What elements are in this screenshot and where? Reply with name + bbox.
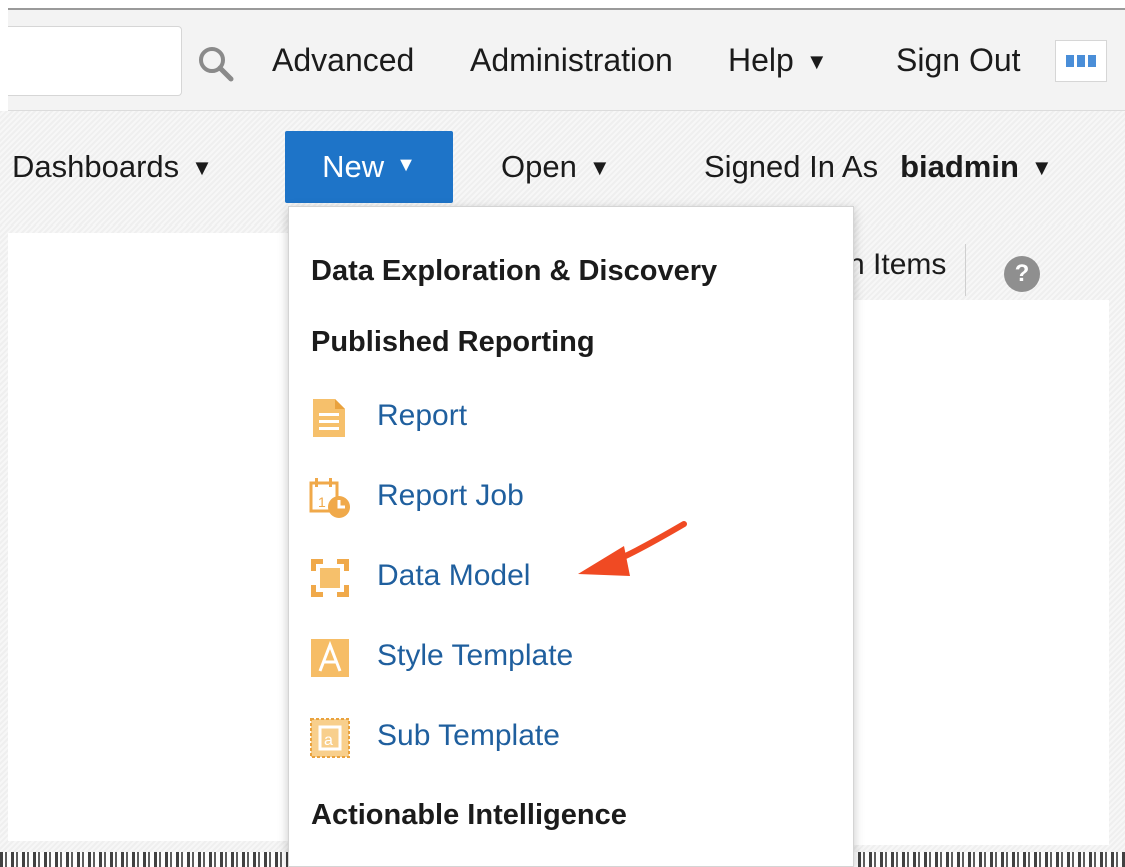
- chevron-down-icon: ▼: [588, 155, 611, 180]
- menu-item-label: Report Job: [377, 479, 524, 512]
- help-label: Help: [728, 42, 794, 78]
- menu-item-label: Report: [377, 399, 468, 432]
- open-menu[interactable]: Open ▼: [501, 149, 611, 185]
- data-model-icon: [311, 559, 349, 597]
- menu-item-label: Sub Template: [377, 719, 560, 752]
- dashboards-menu[interactable]: Dashboards ▼: [12, 149, 213, 185]
- annotation-arrow-icon: [578, 521, 687, 576]
- menu-heading-actionable-intelligence[interactable]: Actionable Intelligence: [311, 799, 627, 832]
- apps-icon[interactable]: [1055, 40, 1107, 82]
- chevron-down-icon: ▼: [1030, 155, 1053, 180]
- tab-divider: [965, 244, 966, 296]
- help-menu[interactable]: Help ▼: [728, 42, 828, 79]
- menu-heading-published-reporting: Published Reporting: [311, 326, 595, 358]
- help-icon[interactable]: ?: [1004, 256, 1040, 292]
- username: biadmin: [900, 149, 1019, 184]
- menu-item-report[interactable]: Report: [307, 393, 827, 443]
- new-menu-button[interactable]: New ▼: [285, 131, 453, 203]
- sign-out-link[interactable]: Sign Out: [896, 42, 1021, 79]
- style-template-icon: [311, 639, 349, 677]
- left-toolbar-strip: [8, 233, 290, 302]
- right-panel: [820, 300, 1109, 845]
- administration-link[interactable]: Administration: [470, 42, 673, 79]
- menu-item-style-template[interactable]: Style Template: [307, 633, 827, 683]
- report-job-icon: 1: [309, 478, 350, 518]
- user-menu[interactable]: Signed In As biadmin ▼: [704, 149, 1053, 185]
- sub-template-icon: a: [310, 718, 350, 758]
- global-header: Advanced Administration Help ▼ Sign Out: [8, 10, 1125, 111]
- menu-item-sub-template[interactable]: a Sub Template: [307, 713, 827, 763]
- left-panel: [8, 301, 290, 841]
- svg-text:a: a: [324, 732, 333, 749]
- chevron-down-icon: ▼: [191, 155, 213, 180]
- menu-item-report-job[interactable]: 1 Report Job: [307, 473, 827, 523]
- signed-in-as-label: Signed In As: [704, 149, 879, 184]
- report-icon: [313, 399, 345, 437]
- menu-item-label: Data Model: [377, 559, 531, 592]
- new-label: New: [322, 149, 385, 184]
- search-input[interactable]: [8, 26, 182, 96]
- menu-item-label: Style Template: [377, 639, 574, 672]
- new-dropdown-menu: Data Exploration & Discovery Published R…: [288, 206, 854, 867]
- chevron-down-icon: ▼: [805, 49, 828, 74]
- advanced-link[interactable]: Advanced: [272, 42, 414, 79]
- menu-heading-data-exploration[interactable]: Data Exploration & Discovery: [311, 255, 717, 288]
- items-tab[interactable]: n Items: [848, 248, 946, 282]
- chevron-down-icon: ▼: [396, 153, 416, 176]
- top-margin: [0, 0, 1125, 8]
- svg-text:1: 1: [318, 494, 326, 510]
- menu-item-data-model[interactable]: Data Model: [307, 553, 827, 603]
- dashboards-label: Dashboards: [12, 149, 180, 184]
- search-icon[interactable]: [196, 44, 236, 84]
- open-label: Open: [501, 149, 577, 184]
